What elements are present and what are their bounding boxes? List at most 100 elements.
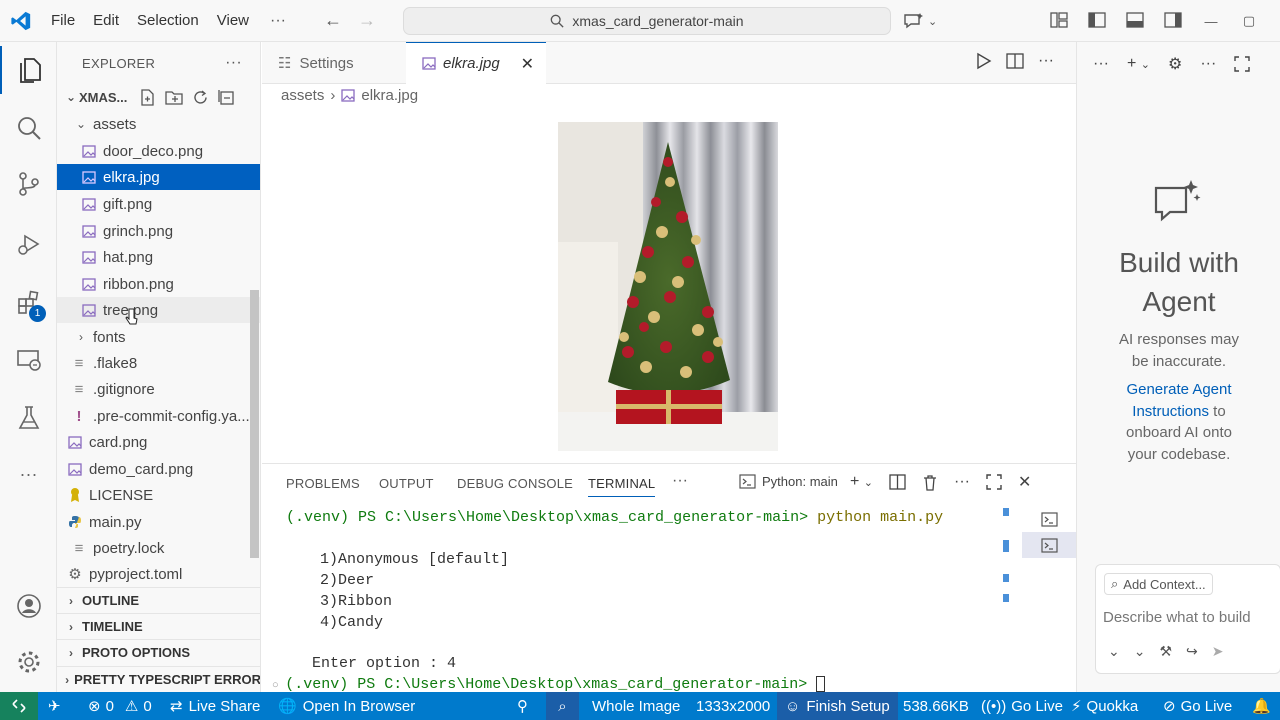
- file-gift[interactable]: gift.png: [57, 191, 260, 217]
- run-icon[interactable]: [974, 52, 992, 70]
- search-activity-icon[interactable]: [0, 104, 57, 152]
- menu-more-icon[interactable]: ···: [258, 12, 298, 30]
- split-editor-icon[interactable]: [1006, 52, 1024, 70]
- tools-icon[interactable]: ⚒: [1159, 643, 1172, 660]
- go-live-status-1[interactable]: ((•)) Go Live: [981, 692, 1063, 720]
- menu-file[interactable]: File: [42, 0, 84, 42]
- section-outline[interactable]: › OUTLINE: [57, 587, 260, 613]
- model-dropdown-icon[interactable]: ⌄: [1134, 643, 1146, 660]
- section-proto-options[interactable]: › PROTO OPTIONS: [57, 639, 260, 665]
- breadcrumb-folder[interactable]: assets: [281, 87, 324, 104]
- remote-indicator-icon[interactable]: [0, 692, 38, 720]
- open-browser-status[interactable]: 🌐 Open In Browser: [278, 692, 415, 720]
- terminal-instance-2[interactable]: [1022, 532, 1076, 558]
- account-icon[interactable]: [0, 582, 57, 630]
- maximize-chat-icon[interactable]: [1234, 56, 1251, 72]
- file-pyproject[interactable]: ⚙ pyproject.toml: [57, 561, 260, 587]
- remote-explorer-icon[interactable]: [0, 336, 57, 384]
- add-context-button[interactable]: ⌕ Add Context...: [1104, 573, 1213, 595]
- file-grinch[interactable]: grinch.png: [57, 218, 260, 244]
- chat-settings-icon[interactable]: ⚙: [1168, 54, 1182, 74]
- collapse-all-icon[interactable]: [218, 89, 235, 106]
- new-chat-icon[interactable]: + ⌄: [1127, 55, 1150, 73]
- source-control-icon[interactable]: [0, 160, 57, 208]
- notifications-bell-icon[interactable]: 🔔: [1252, 692, 1271, 720]
- chat-input-box[interactable]: ⌕ Add Context... Describe what to build …: [1095, 564, 1280, 674]
- menu-selection[interactable]: Selection: [128, 0, 208, 42]
- breadcrumb-file[interactable]: elkra.jpg: [361, 87, 418, 104]
- file-demo-card[interactable]: demo_card.png: [57, 456, 260, 482]
- terminal-selector[interactable]: Python: main: [739, 474, 838, 489]
- new-folder-icon[interactable]: [165, 89, 184, 106]
- workspace-root[interactable]: ⌄ XMAS...: [57, 84, 260, 110]
- file-flake8[interactable]: ≡ .flake8: [57, 350, 260, 376]
- trash-icon[interactable]: [922, 474, 938, 491]
- folder-assets[interactable]: ⌄ assets: [57, 111, 260, 137]
- pin-icon[interactable]: ⚲: [517, 692, 528, 720]
- tab-output[interactable]: OUTPUT: [379, 476, 434, 491]
- testing-icon[interactable]: [0, 394, 57, 442]
- file-hat[interactable]: hat.png: [57, 244, 260, 270]
- tab-elkra[interactable]: elkra.jpg ✕: [406, 42, 546, 84]
- refresh-icon[interactable]: [192, 89, 209, 106]
- finish-setup-status[interactable]: ☺ Finish Setup: [777, 692, 898, 720]
- image-zoom-status[interactable]: Whole Image: [592, 692, 680, 720]
- more-views-icon[interactable]: ···: [0, 450, 57, 498]
- file-ribbon[interactable]: ribbon.png: [57, 271, 260, 297]
- copilot-button[interactable]: ⌄: [903, 0, 937, 42]
- maximize-panel-icon[interactable]: [986, 474, 1002, 490]
- file-pre-commit[interactable]: ! .pre-commit-config.ya...: [57, 403, 260, 429]
- explorer-icon[interactable]: [0, 46, 57, 94]
- manage-gear-icon[interactable]: [0, 638, 57, 686]
- zoom-icon[interactable]: ⌕: [546, 692, 579, 720]
- terminal-more-icon[interactable]: ···: [954, 473, 970, 491]
- tab-debug-console[interactable]: DEBUG CONSOLE: [457, 476, 573, 491]
- terminal-instance-1[interactable]: [1022, 506, 1076, 532]
- file-door-deco[interactable]: door_deco.png: [57, 138, 260, 164]
- file-card[interactable]: card.png: [57, 429, 260, 455]
- panel-more-icon[interactable]: ···: [672, 472, 688, 490]
- file-license[interactable]: LICENSE: [57, 482, 260, 508]
- file-elkra[interactable]: elkra.jpg: [57, 164, 260, 190]
- tab-settings[interactable]: ☷ Settings: [262, 42, 406, 84]
- sidebar-scrollbar[interactable]: [250, 290, 259, 558]
- tab-problems[interactable]: PROBLEMS: [286, 476, 360, 491]
- file-gitignore[interactable]: ≡ .gitignore: [57, 376, 260, 402]
- accounts-sync-icon[interactable]: ✈: [48, 692, 61, 720]
- quokka-status[interactable]: ⚡ Quokka: [1071, 692, 1138, 720]
- close-panel-icon[interactable]: ✕: [1018, 472, 1031, 492]
- chat-overflow-icon[interactable]: ···: [1200, 55, 1216, 73]
- forward-arrow-icon[interactable]: →: [352, 10, 382, 31]
- back-arrow-icon[interactable]: ←: [318, 10, 348, 31]
- run-debug-icon[interactable]: [0, 220, 57, 268]
- close-window-icon[interactable]: ✕: [1268, 13, 1280, 29]
- minimize-icon[interactable]: —: [1192, 14, 1230, 29]
- file-tree[interactable]: tree.png: [57, 297, 260, 323]
- send-icon[interactable]: ➤: [1212, 643, 1224, 660]
- generate-instructions-link-1[interactable]: Generate Agent: [1077, 379, 1280, 401]
- chat-more-icon[interactable]: ···: [1093, 55, 1109, 73]
- split-terminal-icon[interactable]: [889, 474, 906, 490]
- section-pretty-ts-errors[interactable]: › PRETTY TYPESCRIPT ERROR: [57, 666, 260, 692]
- explorer-more-icon[interactable]: ···: [225, 54, 242, 72]
- customize-layout-icon[interactable]: [1040, 11, 1078, 31]
- menu-view[interactable]: View: [208, 0, 258, 42]
- maximize-icon[interactable]: ▢: [1230, 13, 1268, 29]
- close-tab-icon[interactable]: ✕: [521, 54, 534, 74]
- extensions-icon[interactable]: 1: [0, 278, 57, 326]
- terminal-prompt[interactable]: ○ (.venv) PS C:\Users\Home\Desktop\xmas_…: [272, 676, 826, 693]
- editor-more-icon[interactable]: ···: [1038, 52, 1054, 70]
- new-terminal-icon[interactable]: + ⌄: [850, 473, 873, 491]
- menu-edit[interactable]: Edit: [84, 0, 128, 42]
- delegate-arrow-icon[interactable]: ↪: [1186, 643, 1198, 660]
- file-main-py[interactable]: main.py: [57, 509, 260, 535]
- new-file-icon[interactable]: [139, 88, 156, 106]
- file-poetry-lock[interactable]: ≡ poetry.lock: [57, 535, 260, 561]
- folder-fonts[interactable]: › fonts: [57, 324, 260, 350]
- toggle-primary-sidebar-icon[interactable]: [1078, 11, 1116, 31]
- go-live-status-2[interactable]: ⊘ Go Live: [1163, 692, 1232, 720]
- generate-instructions-link-2[interactable]: Instructions to: [1077, 401, 1280, 423]
- toggle-panel-icon[interactable]: [1116, 11, 1154, 31]
- section-timeline[interactable]: › TIMELINE: [57, 613, 260, 639]
- command-center-search[interactable]: xmas_card_generator-main: [403, 7, 891, 35]
